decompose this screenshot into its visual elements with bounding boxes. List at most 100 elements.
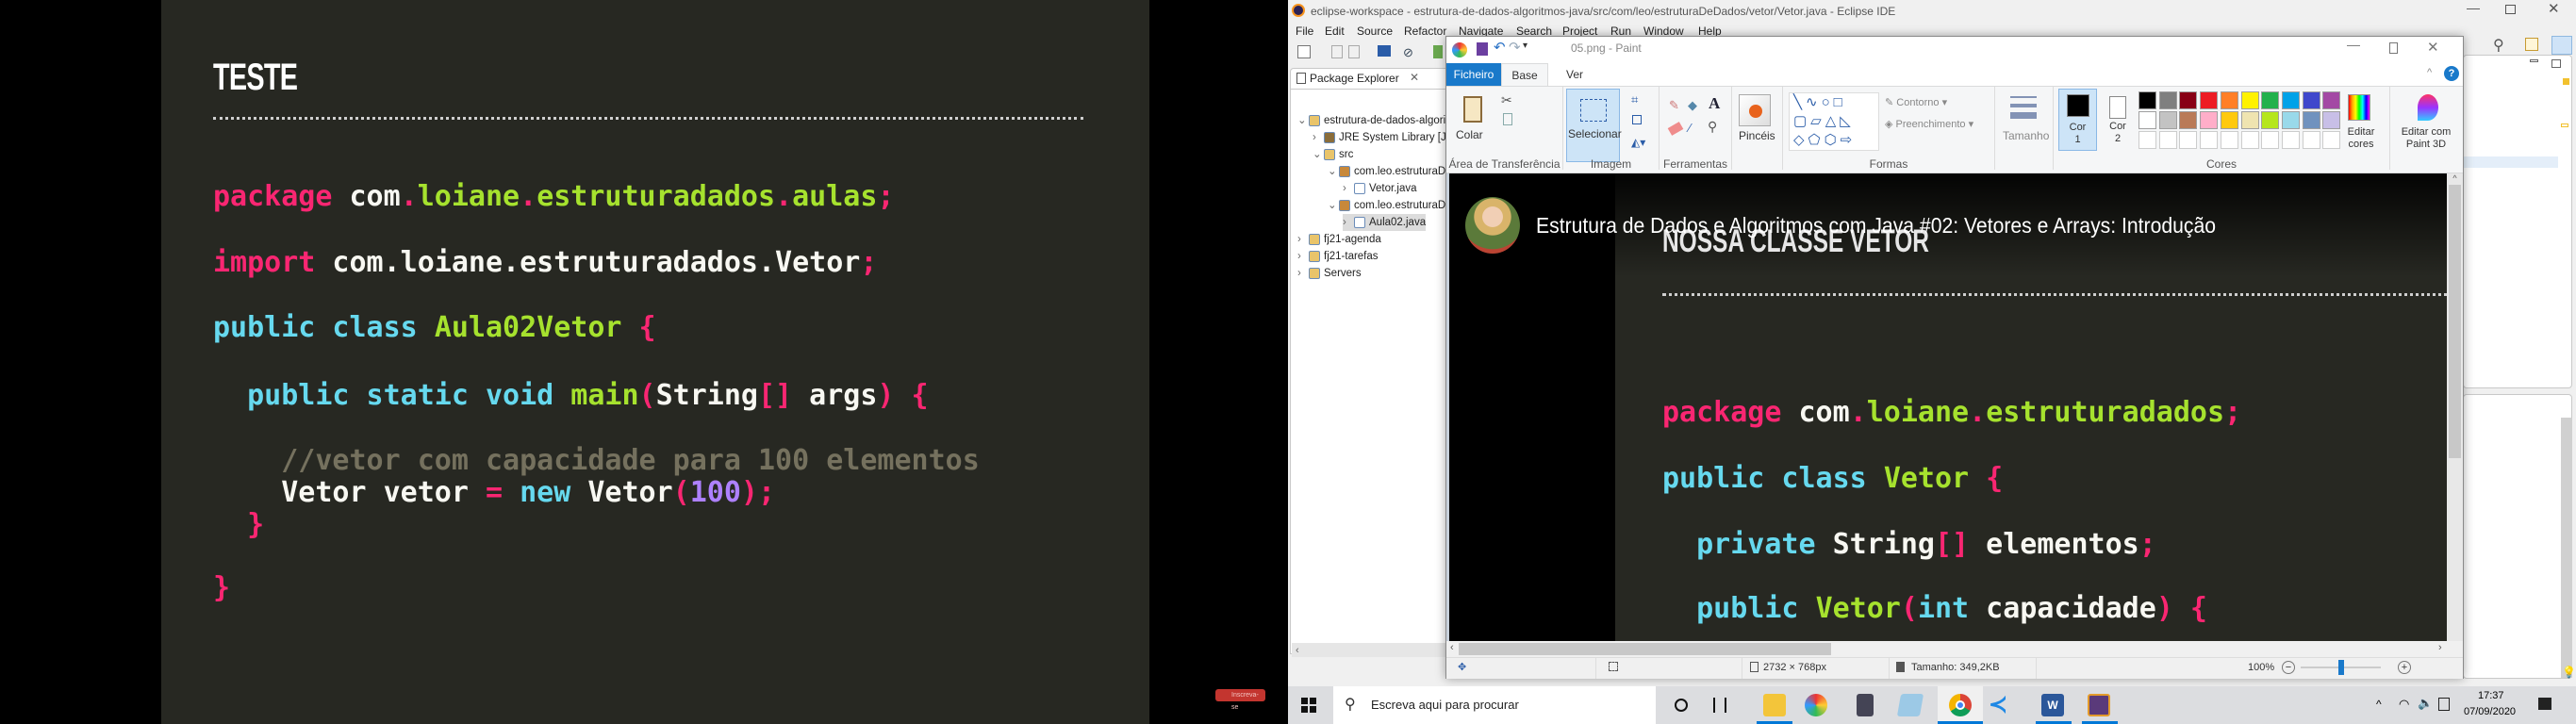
chevron-icon[interactable]: ›: [1343, 180, 1354, 197]
tab-base[interactable]: Base: [1501, 63, 1548, 87]
chevron-icon[interactable]: ›: [1343, 214, 1354, 231]
color-swatch[interactable]: [2322, 91, 2341, 109]
eraser-icon[interactable]: [1667, 122, 1684, 136]
color-swatch[interactable]: [2281, 111, 2300, 129]
color-swatch[interactable]: [2158, 131, 2177, 149]
chevron-icon[interactable]: ⌄: [1328, 197, 1339, 214]
edit-with-paint3d-button[interactable]: Editar com Paint 3D: [2393, 126, 2459, 151]
eclipse-taskbar-icon[interactable]: [2088, 694, 2110, 716]
color-swatch[interactable]: [2220, 131, 2238, 149]
menu-source[interactable]: Source: [1357, 25, 1393, 38]
terminal-icon[interactable]: [1378, 45, 1391, 57]
clock-time[interactable]: 17:37: [2478, 690, 2504, 701]
color-swatch[interactable]: [2138, 111, 2156, 129]
subscribe-button[interactable]: Inscreva-se: [1215, 689, 1265, 711]
word-icon[interactable]: W: [2041, 694, 2064, 716]
menu-refactor[interactable]: Refactor: [1404, 25, 1446, 38]
new-icon[interactable]: [1297, 45, 1311, 58]
color-picker-icon[interactable]: ⁄: [1689, 121, 1691, 135]
tree-item[interactable]: › Servers: [1297, 265, 1362, 282]
text-tool-icon[interactable]: A: [1709, 94, 1720, 113]
customize-qat-icon[interactable]: ▾: [1523, 41, 1527, 51]
vscode-icon[interactable]: ≺: [1989, 694, 2011, 716]
copy-icon[interactable]: [1503, 113, 1512, 125]
video-title[interactable]: Estrutura de Dados e Algoritmos com Java…: [1536, 213, 2216, 239]
maximize-view-icon[interactable]: [2551, 59, 2561, 68]
canvas-image[interactable]: NOSSA CLASSE VETOR package com.loiane.es…: [1449, 173, 2447, 641]
size-icon[interactable]: [2010, 96, 2037, 123]
color-swatch[interactable]: [2200, 131, 2219, 149]
color-swatch[interactable]: [2158, 111, 2177, 129]
restore-button[interactable]: [2505, 5, 2516, 14]
tab-ficheiro[interactable]: Ficheiro: [1446, 63, 1501, 86]
resize-icon[interactable]: [1632, 115, 1642, 124]
java-perspective-icon[interactable]: [2551, 36, 2572, 55]
chevron-icon[interactable]: ›: [1297, 265, 1309, 282]
canvas-hscrollbar[interactable]: ‹ ›: [1446, 641, 2463, 657]
search-icon[interactable]: ⚲: [2493, 36, 2504, 55]
color1-button[interactable]: Cor 1: [2058, 89, 2097, 151]
canvas-vscrollbar[interactable]: ^: [2447, 173, 2463, 641]
paste-button[interactable]: Colar: [1456, 128, 1483, 141]
tab-ver[interactable]: Ver: [1556, 63, 1593, 86]
volume-icon[interactable]: 🔈: [2418, 696, 2433, 711]
open-perspective-icon[interactable]: [2525, 38, 2538, 51]
run-icon[interactable]: [1433, 45, 1443, 58]
task-view-icon[interactable]: [1713, 698, 1726, 713]
shapes-gallery[interactable]: ╲∿○□ ▢▱△◺ ◇⬠⬡⇨: [1789, 92, 1879, 151]
minimize-view-icon[interactable]: [2530, 59, 2538, 62]
close-button[interactable]: ✕: [2427, 39, 2439, 56]
rotate-icon[interactable]: ◭▾: [1631, 136, 1645, 149]
color-swatch[interactable]: [2179, 131, 2198, 149]
pencil-icon[interactable]: ✎: [1669, 98, 1679, 113]
size-button[interactable]: Tamanho: [2003, 129, 2049, 142]
color-swatch[interactable]: [2281, 131, 2300, 149]
menu-file[interactable]: File: [1296, 25, 1313, 38]
start-button[interactable]: [1301, 698, 1316, 713]
color-swatch[interactable]: [2302, 91, 2320, 109]
collapse-ribbon-icon[interactable]: ^: [2427, 67, 2432, 78]
fill-button[interactable]: ◈ Preenchimento ▾: [1885, 118, 1973, 130]
channel-avatar[interactable]: [1465, 197, 1520, 254]
tree-item[interactable]: › fj21-tarefas: [1297, 248, 1379, 265]
paint3d-icon[interactable]: [2418, 94, 2438, 121]
color-swatch[interactable]: [2138, 91, 2156, 109]
color2-button[interactable]: Cor 2: [2103, 89, 2133, 151]
notifications-icon[interactable]: [2538, 698, 2551, 710]
show-hidden-icons[interactable]: ^: [2376, 698, 2382, 711]
brushes-button[interactable]: Pincéis: [1739, 129, 1775, 142]
chevron-icon[interactable]: ⌄: [1313, 146, 1324, 163]
color-swatch[interactable]: [2200, 91, 2219, 109]
clipboard-icon[interactable]: [1463, 96, 1482, 123]
zoom-slider-thumb[interactable]: [2337, 660, 2344, 675]
outline-button[interactable]: ✎ Contorno ▾: [1885, 96, 1947, 108]
undo-icon[interactable]: ↶: [1494, 39, 1506, 56]
paint-taskbar-icon[interactable]: [1805, 694, 1827, 716]
skip-breakpoints-icon[interactable]: ⊘: [1403, 45, 1414, 59]
color-swatch[interactable]: [2158, 91, 2177, 109]
color-swatch[interactable]: [2179, 91, 2198, 109]
minimize-button[interactable]: —: [2467, 0, 2480, 15]
explorer-hscrollbar[interactable]: ‹: [1292, 643, 1450, 657]
color-swatch[interactable]: [2240, 131, 2259, 149]
network-icon[interactable]: ◠: [2399, 697, 2409, 712]
color-swatch[interactable]: [2261, 131, 2280, 149]
color-swatch[interactable]: [2322, 111, 2341, 129]
fill-bucket-icon[interactable]: ◆: [1688, 98, 1697, 113]
color-swatch[interactable]: [2240, 91, 2259, 109]
tab-package-explorer[interactable]: Package Explorer ✕: [1290, 68, 1450, 89]
help-icon[interactable]: ?: [2444, 66, 2459, 81]
color-swatch[interactable]: [2281, 91, 2300, 109]
zoom-in-button[interactable]: +: [2398, 661, 2411, 674]
tree-item[interactable]: › Aula02.java: [1343, 214, 1427, 231]
color-swatch[interactable]: [2302, 111, 2320, 129]
battery-icon[interactable]: [2438, 698, 2450, 711]
chevron-icon[interactable]: ›: [1297, 248, 1309, 265]
color-swatch[interactable]: [2220, 91, 2238, 109]
tree-item[interactable]: › fj21-agenda: [1297, 231, 1381, 248]
maximize-button[interactable]: [2389, 42, 2398, 54]
hscroll-thumb[interactable]: [1459, 643, 1831, 655]
menu-edit[interactable]: Edit: [1325, 25, 1345, 38]
close-tab-icon[interactable]: ✕: [1410, 71, 1419, 84]
save-all-icon[interactable]: [1348, 45, 1360, 58]
